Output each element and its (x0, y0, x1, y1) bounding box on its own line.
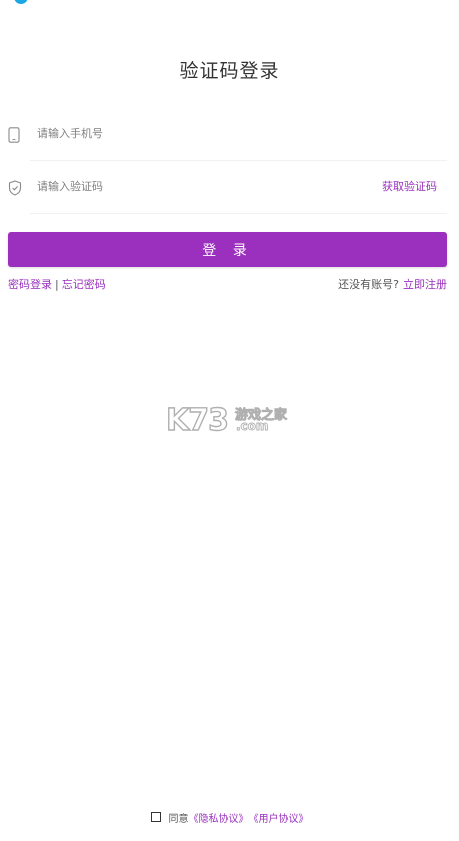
get-code-button[interactable]: 获取验证码 (382, 178, 437, 194)
phone-icon (8, 127, 22, 143)
password-login-link[interactable]: 密码登录 (8, 278, 52, 291)
register-link[interactable]: 立即注册 (403, 278, 447, 291)
watermark-logo: K73 游戏之家 .com (165, 402, 296, 438)
register-prompt: 还没有账号? 立即注册 (338, 276, 447, 292)
code-field[interactable]: 请输入验证码 获取验证码 (8, 162, 447, 214)
user-agreement-link[interactable]: 《用户协议》 (249, 810, 309, 825)
login-options: 密码登录 | 忘记密码 (8, 276, 106, 292)
shield-icon (8, 180, 22, 196)
code-input[interactable]: 请输入验证码 (37, 178, 103, 194)
forgot-password-link[interactable]: 忘记密码 (62, 278, 106, 291)
links-row: 密码登录 | 忘记密码 还没有账号? 立即注册 (8, 276, 447, 294)
watermark-domain: .com (236, 419, 269, 434)
status-indicator (14, 0, 28, 4)
phone-input[interactable]: 请输入手机号 (37, 125, 103, 141)
login-button[interactable]: 登 录 (8, 232, 447, 267)
privacy-policy-link[interactable]: 《隐私协议》 (189, 810, 249, 825)
separator: | (55, 278, 59, 291)
watermark-brand: K73 (165, 402, 229, 438)
no-account-text: 还没有账号? (338, 278, 399, 291)
agreement-row: 同意 《隐私协议》 《用户协议》 (0, 808, 459, 826)
divider (30, 213, 447, 214)
page-title: 验证码登录 (179, 60, 280, 82)
phone-field[interactable]: 请输入手机号 (8, 109, 447, 161)
agreement-prefix: 同意 (168, 813, 189, 825)
agreement-checkbox[interactable] (150, 812, 161, 822)
divider (30, 160, 447, 161)
